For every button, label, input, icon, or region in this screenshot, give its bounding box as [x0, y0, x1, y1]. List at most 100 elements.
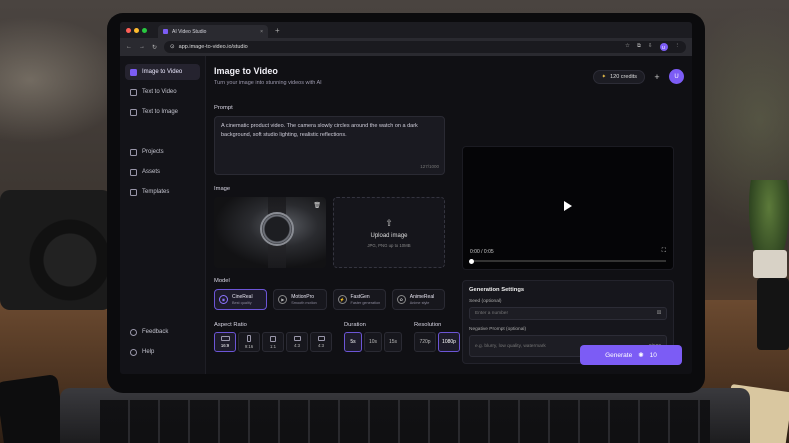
url-text: app.image-to-video.io/studio: [178, 44, 248, 50]
aspect-option-label: 4:3: [294, 343, 300, 348]
sidebar-item-text-to-image[interactable]: Text to Image: [125, 104, 200, 120]
sidebar-item-image-to-video[interactable]: Image to Video: [125, 64, 200, 80]
tab-close-icon[interactable]: ×: [260, 29, 263, 35]
aspect-option-4-3-alt[interactable]: 4:3: [310, 332, 332, 352]
aspect-option-9-16[interactable]: 9:16: [238, 332, 260, 352]
negative-prompt-label: Negative Prompt (optional): [469, 327, 527, 332]
reload-icon[interactable]: ↻: [152, 44, 157, 51]
video-time: 0:00 / 0:05: [470, 249, 494, 255]
browser-tab[interactable]: AI Video Studio ×: [158, 25, 268, 38]
folder-icon: [130, 148, 137, 156]
sidebar-item-help[interactable]: Help: [125, 344, 200, 360]
resolution-option-720p[interactable]: 720p: [414, 332, 436, 352]
laptop-screen: AI Video Studio × + ← → ↻ ⊙ app.image-to…: [120, 22, 692, 374]
aspect-ratio-options: 16:9 9:16 1:1 4:3 4:3: [214, 332, 332, 352]
input-column: Prompt A cinematic product video. The ca…: [214, 105, 460, 352]
fullscreen-icon[interactable]: ⛶: [662, 248, 666, 255]
site-info-icon[interactable]: ⊙: [170, 44, 175, 50]
sidebar-item-feedback[interactable]: Feedback: [125, 324, 200, 340]
ratio-box-icon: [220, 336, 230, 341]
image-row: 🗑 ⇧ Upload image JPG, PNG up to 10MB: [214, 197, 445, 268]
upload-dropzone[interactable]: ⇧ Upload image JPG, PNG up to 10MB: [333, 197, 445, 268]
aspect-option-16-9[interactable]: 16:9: [214, 332, 236, 352]
preview-column: 0:00 / 0:05 ⛶ Generation Settings Seed (…: [462, 146, 674, 364]
sidebar-item-projects[interactable]: Projects: [125, 144, 200, 160]
prompt-char-count: 127/1000: [420, 163, 439, 169]
aspect-option-label: 4:3: [318, 343, 324, 348]
model-option-animereal[interactable]: ✿ AnimeReal Anime style: [391, 289, 445, 310]
play-icon[interactable]: [564, 201, 572, 211]
back-icon[interactable]: ←: [126, 44, 132, 50]
resolution-options: 720p 1080p: [414, 332, 460, 352]
sidebar-item-text-to-video[interactable]: Text to Video: [125, 84, 200, 100]
upload-icon: ⇧: [385, 217, 393, 228]
ratio-box-icon: [270, 335, 276, 342]
add-credits-button[interactable]: +: [651, 72, 663, 82]
forward-icon[interactable]: →: [139, 44, 145, 50]
seed-input[interactable]: Enter a number ⚄: [469, 307, 667, 320]
aspect-option-4-3[interactable]: 4:3: [286, 332, 308, 352]
negative-prompt-placeholder: e.g. blurry, low quality, watermark: [475, 343, 546, 349]
output-settings-row: Aspect Ratio 16:9 9:16 1:1 4:3 4:3 Durat…: [214, 322, 460, 352]
sidebar-item-assets[interactable]: Assets: [125, 164, 200, 180]
aspect-option-label: 1:1: [270, 343, 276, 349]
model-option-motionpro[interactable]: ▶ MotionPro Smooth motion: [273, 289, 327, 310]
model-option-fastgen[interactable]: ⚡ FastGen Faster generation: [332, 289, 386, 310]
plant-pot: [753, 250, 787, 278]
laptop-keyboard: [100, 400, 710, 443]
camera-object: [0, 190, 112, 310]
extensions-icon[interactable]: ⧉: [637, 43, 641, 51]
model-desc: Best quality: [232, 301, 252, 305]
feedback-icon: [130, 328, 137, 336]
close-window-dot[interactable]: [126, 27, 131, 33]
new-tab-button[interactable]: +: [275, 26, 280, 35]
generate-label: Generate: [605, 351, 633, 359]
browser-profile-avatar[interactable]: U: [659, 43, 668, 51]
generate-button[interactable]: Generate ✺ 10: [580, 345, 682, 365]
sidebar-item-label: Text to Video: [142, 89, 177, 95]
ratio-box-icon: [247, 335, 251, 342]
mug-object: [757, 278, 789, 350]
user-avatar[interactable]: U: [669, 69, 684, 84]
spark-icon: ✦: [601, 73, 607, 80]
dice-icon[interactable]: ⚄: [657, 311, 661, 316]
duration-option-15s[interactable]: 15s: [384, 332, 402, 352]
resolution-group: Resolution 720p 1080p: [414, 322, 460, 352]
phone-object: [0, 374, 67, 443]
model-selector: ◉ CineReal Best quality ▶ MotionPro Smooth…: [214, 289, 445, 310]
credits-badge[interactable]: ✦ 120 credits: [593, 69, 645, 84]
maximize-window-dot[interactable]: [142, 27, 147, 33]
text-image-icon: [130, 108, 137, 116]
browser-toolbar: ← → ↻ ⊙ app.image-to-video.io/studio ☆ ⧉…: [120, 38, 692, 56]
app-root: Image to Video Text to Video Text to Ima…: [120, 56, 692, 374]
address-bar[interactable]: ⊙ app.image-to-video.io/studio ☆ ⧉ ⇩ U ⋮: [164, 41, 686, 53]
prompt-textarea[interactable]: A cinematic product video. The camera sl…: [214, 116, 445, 175]
resolution-option-1080p[interactable]: 1080p: [438, 332, 460, 352]
duration-option-5s[interactable]: 5s: [344, 332, 362, 352]
model-label: Model: [214, 278, 230, 284]
templates-icon: [130, 188, 137, 196]
uploaded-image-thumbnail[interactable]: 🗑: [214, 197, 326, 268]
text-video-icon: [130, 88, 137, 96]
aspect-option-1-1[interactable]: 1:1: [262, 332, 284, 352]
model-icon: ◉: [219, 295, 228, 304]
tab-title: AI Video Studio: [172, 28, 207, 35]
watch-image: [260, 212, 294, 246]
download-icon[interactable]: ⇩: [648, 43, 653, 51]
video-preview[interactable]: 0:00 / 0:05 ⛶: [462, 146, 674, 270]
sparkle-icon: ✺: [638, 352, 644, 359]
scrubber-handle[interactable]: [469, 258, 474, 264]
video-scrubber[interactable]: [469, 258, 666, 264]
browser-menu-icon[interactable]: ⋮: [675, 43, 681, 51]
duration-option-10s[interactable]: 10s: [364, 332, 382, 352]
sidebar-item-label: Feedback: [142, 329, 169, 335]
prompt-label: Prompt: [214, 105, 233, 111]
bookmark-star-icon[interactable]: ☆: [625, 43, 630, 51]
model-name: MotionPro: [291, 294, 315, 300]
model-option-cinereal[interactable]: ◉ CineReal Best quality: [214, 289, 268, 310]
sidebar-item-templates[interactable]: Templates: [125, 184, 200, 200]
duration-options: 5s 10s 15s: [344, 332, 402, 352]
delete-image-icon[interactable]: 🗑: [313, 202, 321, 209]
minimize-window-dot[interactable]: [134, 27, 139, 33]
model-icon: ⚡: [337, 295, 347, 304]
